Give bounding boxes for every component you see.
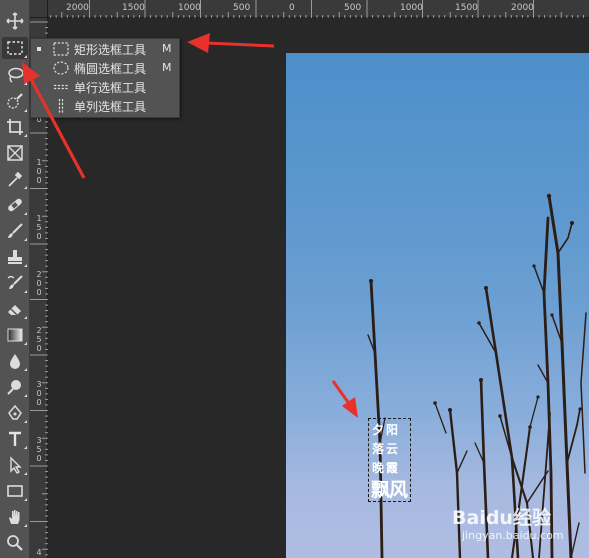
crop-icon bbox=[7, 119, 23, 135]
text-line: 落云 bbox=[372, 442, 401, 456]
rect-marquee-icon bbox=[7, 41, 23, 55]
flyout-item-label: 单行选框工具 bbox=[74, 81, 147, 95]
move-icon bbox=[6, 12, 24, 30]
eraser-icon bbox=[8, 305, 21, 316]
rect-marquee-icon bbox=[53, 42, 69, 56]
ruler-label: 1500 bbox=[455, 3, 478, 13]
ruler-horizontal[interactable]: 2000 1500 1000 500 0 500 1000 1500 2000 bbox=[30, 0, 589, 18]
hand-tool-button[interactable] bbox=[2, 506, 28, 528]
ruler-label: 500 bbox=[344, 3, 362, 13]
ruler-label: 2000 bbox=[511, 3, 534, 13]
watermark-brand: Baidu经验 bbox=[452, 507, 551, 529]
text-line: 夕阳 bbox=[372, 423, 401, 437]
flyout-item-shortcut: M bbox=[162, 61, 172, 74]
lasso-icon bbox=[8, 67, 24, 83]
flyout-item-single-column-marquee[interactable]: 单列选框工具 bbox=[31, 97, 179, 115]
text-line: 晚霞 bbox=[372, 461, 401, 475]
marquee-flyout-menu: 矩形选框工具 M 椭圆选框工具 M 单行选框工具 单列选框工具 bbox=[30, 38, 180, 118]
flyout-item-single-row-marquee[interactable]: 单行选框工具 bbox=[31, 78, 179, 96]
healing-brush-tool-button[interactable] bbox=[2, 194, 28, 216]
pen-tool-button[interactable] bbox=[2, 402, 28, 424]
path-select-tool-button[interactable] bbox=[2, 454, 28, 476]
pen-icon bbox=[8, 404, 22, 420]
ruler-origin[interactable] bbox=[30, 0, 48, 18]
frame-tool-button[interactable] bbox=[2, 142, 28, 164]
flyout-item-rect-marquee[interactable]: 矩形选框工具 M bbox=[31, 40, 179, 58]
crop-tool-button[interactable] bbox=[2, 116, 28, 138]
baidu-jingyan-watermark: Baidu经验 jingyan.baidu.com bbox=[452, 503, 582, 553]
eraser-tool-button[interactable] bbox=[2, 298, 28, 320]
ruler-label: 0 bbox=[289, 3, 295, 13]
rectangle-icon bbox=[7, 485, 23, 497]
gradient-icon bbox=[7, 328, 23, 342]
type-tool-button[interactable] bbox=[2, 428, 28, 450]
ruler-label: 2 0 0 bbox=[36, 270, 42, 297]
ruler-label: 3 0 0 bbox=[36, 380, 42, 407]
ruler-label: 500 bbox=[233, 3, 251, 13]
lasso-tool-button[interactable] bbox=[2, 64, 28, 86]
bandage-icon bbox=[8, 198, 22, 212]
text-line-large: 飘风 bbox=[371, 479, 408, 501]
brush-icon bbox=[8, 223, 23, 238]
frame-icon bbox=[7, 145, 23, 161]
ruler-label: 2000 bbox=[66, 3, 89, 13]
flyout-item-label: 椭圆选框工具 bbox=[74, 62, 147, 76]
ruler-ticks-horizontal bbox=[33, 0, 584, 18]
dodge-icon bbox=[7, 380, 21, 395]
brush-tool-button[interactable] bbox=[2, 220, 28, 242]
ruler-label: 4 bbox=[36, 548, 42, 557]
branches-illustration bbox=[367, 193, 587, 558]
ruler-label: 1000 bbox=[178, 3, 201, 13]
eyedropper-icon bbox=[8, 171, 23, 187]
stamp-icon bbox=[8, 250, 22, 264]
rectangle-tool-button[interactable] bbox=[2, 480, 28, 502]
zoom-icon bbox=[7, 535, 23, 551]
history-brush-icon bbox=[7, 275, 23, 289]
eyedropper-tool-button[interactable] bbox=[2, 168, 28, 190]
history-brush-tool-button[interactable] bbox=[2, 272, 28, 294]
ruler-label: 2 5 0 bbox=[36, 326, 42, 353]
active-bullet-icon bbox=[37, 47, 41, 51]
dodge-tool-button[interactable] bbox=[2, 376, 28, 398]
ruler-label: 1 5 0 bbox=[36, 214, 42, 241]
flyout-item-ellipse-marquee[interactable]: 椭圆选框工具 M bbox=[31, 59, 179, 77]
pointer-icon bbox=[10, 456, 22, 474]
flyout-item-label: 矩形选框工具 bbox=[74, 43, 147, 57]
ruler-label: 1500 bbox=[122, 3, 145, 13]
quick-select-tool-button[interactable] bbox=[2, 91, 28, 113]
move-tool-button[interactable] bbox=[2, 10, 28, 32]
gradient-tool-button[interactable] bbox=[2, 324, 28, 346]
document-image[interactable] bbox=[286, 53, 589, 558]
marquee-tool-button[interactable] bbox=[2, 37, 28, 59]
tools-panel bbox=[0, 0, 30, 558]
drop-icon bbox=[10, 354, 20, 369]
text-layer-box[interactable]: 夕阳 落云 晚霞 飘风 bbox=[368, 418, 411, 502]
zoom-tool-button[interactable] bbox=[2, 532, 28, 554]
watermark-url: jingyan.baidu.com bbox=[462, 529, 564, 542]
stamp-tool-button[interactable] bbox=[2, 246, 28, 268]
hand-icon bbox=[9, 510, 20, 524]
flyout-item-shortcut: M bbox=[162, 42, 172, 55]
ruler-label: 1 0 0 bbox=[36, 158, 42, 185]
blur-tool-button[interactable] bbox=[2, 350, 28, 372]
type-icon bbox=[9, 431, 21, 446]
ruler-label: 3 5 0 bbox=[36, 436, 42, 463]
single-column-marquee-icon bbox=[58, 99, 64, 113]
flyout-item-label: 单列选框工具 bbox=[74, 100, 147, 114]
ellipse-marquee-icon bbox=[53, 61, 69, 75]
quick-select-icon bbox=[7, 93, 23, 109]
single-row-marquee-icon bbox=[54, 84, 68, 90]
ruler-label: 1000 bbox=[400, 3, 423, 13]
